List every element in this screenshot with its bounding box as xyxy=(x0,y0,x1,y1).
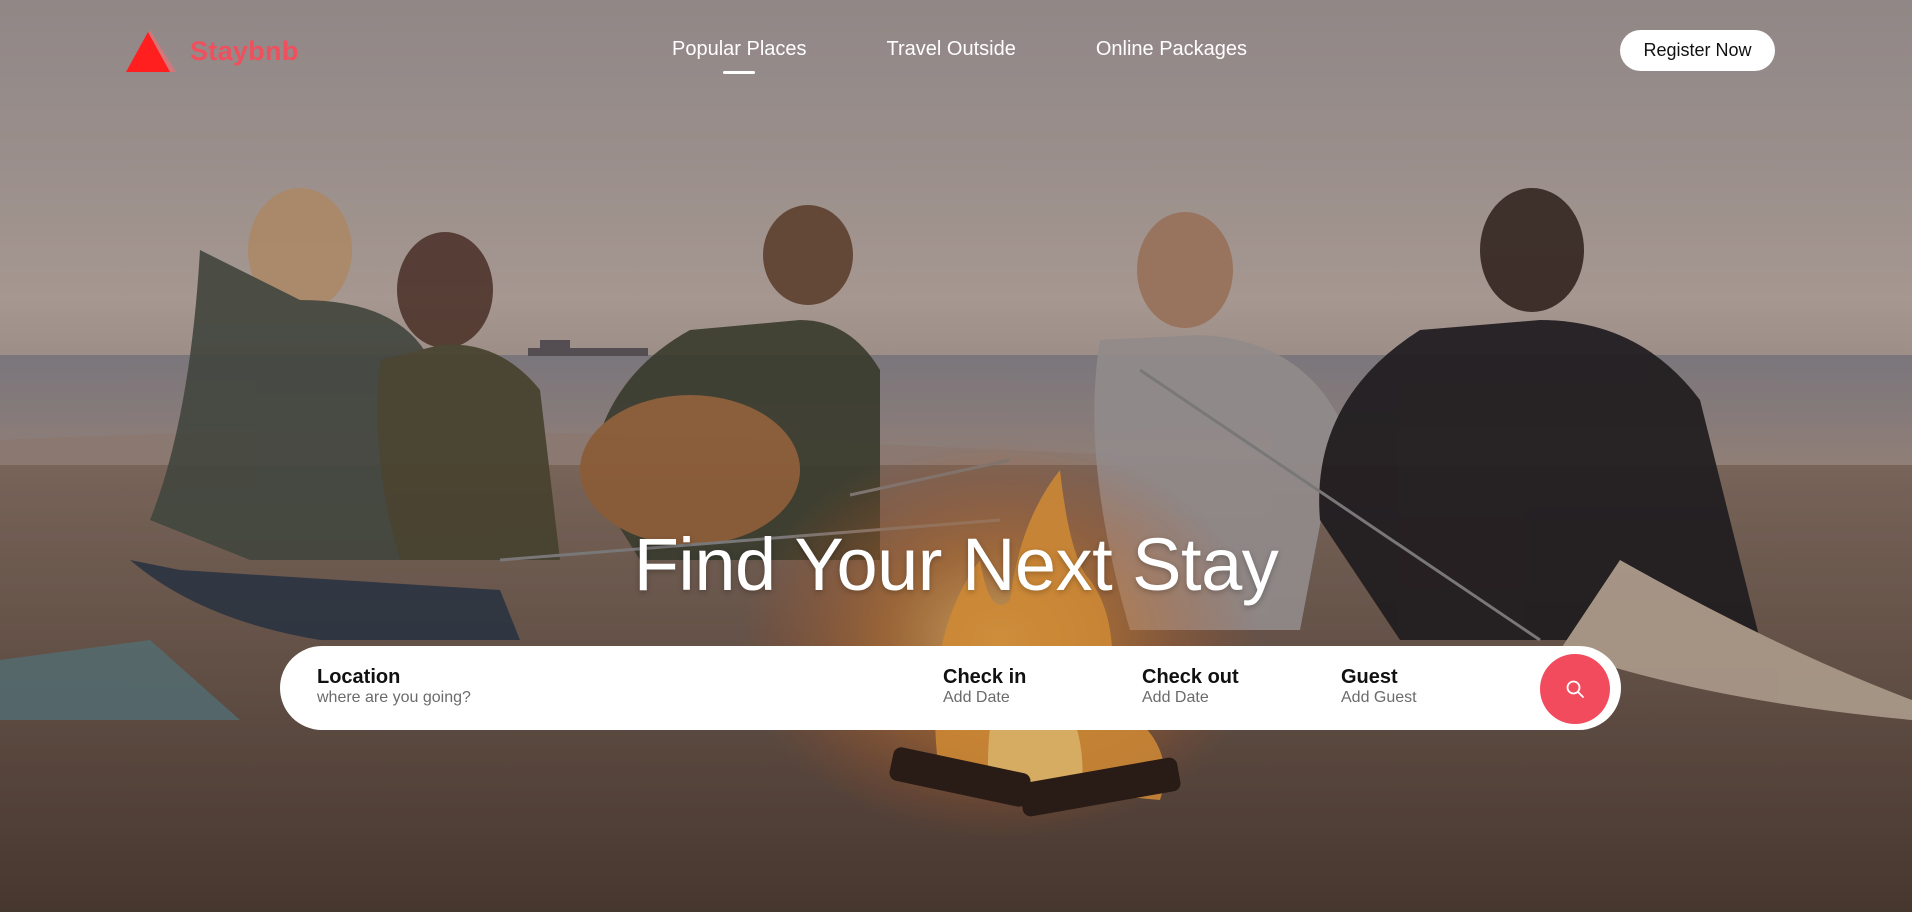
check-in-field[interactable]: Check in Add Date xyxy=(943,666,1026,708)
check-out-field[interactable]: Check out Add Date xyxy=(1142,666,1239,708)
nav-online-packages[interactable]: Online Packages xyxy=(1096,38,1247,61)
search-bar: Location Check in Add Date Check out Add… xyxy=(280,646,1621,730)
search-button[interactable] xyxy=(1540,654,1610,724)
hero-background xyxy=(0,0,1912,912)
register-button[interactable]: Register Now xyxy=(1620,30,1775,71)
hero-title: Find Your Next Stay xyxy=(633,523,1279,606)
check-out-value: Add Date xyxy=(1142,689,1209,706)
nav-travel-outside[interactable]: Travel Outside xyxy=(887,38,1016,61)
search-icon xyxy=(1566,680,1584,698)
guest-field[interactable]: Guest Add Guest xyxy=(1341,666,1417,708)
main-nav: Popular Places Travel Outside Online Pac… xyxy=(672,38,1247,74)
brand-logo[interactable]: Staybnb xyxy=(126,28,299,74)
guest-label: Guest xyxy=(1341,666,1398,688)
hero-overlay xyxy=(0,0,1912,912)
nav-popular-places[interactable]: Popular Places xyxy=(672,38,807,74)
logo-triangle-icon xyxy=(126,30,176,72)
check-in-label: Check in xyxy=(943,666,1027,688)
guest-value: Add Guest xyxy=(1341,689,1417,706)
location-input[interactable] xyxy=(317,688,877,708)
location-field[interactable]: Location xyxy=(317,666,877,708)
check-in-value: Add Date xyxy=(943,689,1010,706)
location-label: Location xyxy=(317,666,401,688)
check-out-label: Check out xyxy=(1142,666,1239,688)
brand-name: Staybnb xyxy=(190,35,299,66)
